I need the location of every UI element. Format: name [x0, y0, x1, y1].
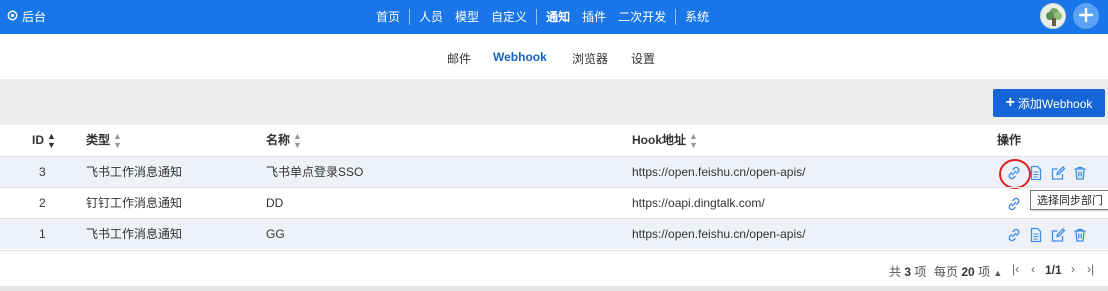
add-circle-button[interactable] [1073, 3, 1099, 29]
trash-icon[interactable] [1071, 164, 1088, 181]
cell-id: 1 [39, 227, 46, 241]
next-page-button[interactable]: › [1071, 262, 1075, 276]
row-actions [999, 157, 1088, 189]
main-nav: 首页 人员 模型 自定义 通知 插件 二次开发 系统 [370, 0, 715, 34]
trash-icon[interactable] [1071, 226, 1088, 243]
column-header-ops: 操作 [997, 133, 1022, 147]
edit-icon[interactable] [1049, 226, 1066, 243]
document-icon[interactable] [1027, 226, 1044, 243]
column-header-label: 类型 [86, 133, 111, 147]
table-row[interactable]: 3 飞书工作消息通知 飞书单点登录SSO https://open.feishu… [0, 156, 1108, 189]
total-count: 3 [904, 265, 912, 279]
per-page-suffix: 项 [978, 265, 991, 279]
sort-icon: ▲ ▼ [689, 130, 698, 150]
tab-settings[interactable]: 设置 [631, 50, 655, 67]
page-indicator: 1/1 [1045, 263, 1062, 277]
row-actions [1005, 188, 1022, 219]
cell-hook: https://open.feishu.cn/open-apis/ [632, 165, 806, 179]
nav-item-model[interactable]: 模型 [449, 0, 485, 34]
sort-icon: ▲ ▼ [47, 130, 56, 150]
cell-type: 飞书工作消息通知 [86, 227, 183, 241]
notification-tabs: 邮件 Webhook 浏览器 设置 [0, 34, 1108, 79]
brand[interactable]: 后台 [6, 8, 46, 25]
avatar[interactable] [1040, 3, 1066, 29]
column-header-label: 名称 [266, 133, 291, 147]
table-row[interactable]: 2 钉钉工作消息通知 DD https://oapi.dingtalk.com/ [0, 187, 1108, 218]
tab-browser[interactable]: 浏览器 [572, 50, 608, 67]
gear-icon [6, 9, 19, 25]
column-header-name[interactable]: 名称 ▲ ▼ [266, 125, 302, 156]
column-header-label: ID [32, 133, 44, 147]
tab-webhook[interactable]: Webhook [493, 50, 547, 64]
table-row[interactable]: 1 飞书工作消息通知 GG https://open.feishu.cn/ope… [0, 218, 1108, 249]
per-page-prefix: 每页 [934, 265, 959, 279]
nav-item-dev[interactable]: 二次开发 [612, 0, 672, 34]
bottom-divider [0, 286, 1108, 291]
add-webhook-button[interactable]: + 添加Webhook [993, 89, 1105, 117]
edit-icon[interactable] [1049, 164, 1066, 181]
link-icon[interactable] [1005, 226, 1022, 243]
nav-divider [536, 9, 538, 25]
cell-hook: https://oapi.dingtalk.com/ [632, 196, 765, 210]
total-suffix: 项 [914, 265, 927, 279]
table-header: ID ▲ ▼ 类型 ▲ ▼ 名称 ▲ ▼ Hook地址 ▲ ▼ 操作 [0, 125, 1108, 156]
tab-email[interactable]: 邮件 [447, 50, 471, 67]
chevron-up-icon: ▲ [993, 268, 1003, 278]
add-webhook-label: 添加Webhook [1017, 96, 1093, 111]
nav-divider [409, 9, 411, 25]
cell-name: DD [266, 196, 284, 210]
column-header-label: Hook地址 [632, 133, 687, 147]
sort-icon: ▲ ▼ [293, 130, 302, 150]
top-navbar: 后台 首页 人员 模型 自定义 通知 插件 二次开发 系统 [0, 0, 1108, 34]
cell-hook: https://open.feishu.cn/open-apis/ [632, 227, 806, 241]
total-prefix: 共 [889, 265, 902, 279]
plus-icon [1078, 7, 1094, 26]
cell-id: 2 [39, 196, 46, 210]
webhook-table: ID ▲ ▼ 类型 ▲ ▼ 名称 ▲ ▼ Hook地址 ▲ ▼ 操作 3 飞书工作消息通知 飞书… [0, 125, 1108, 249]
column-header-id[interactable]: ID ▲ ▼ [32, 125, 56, 156]
pagination: 共 3 项 每页 20 项 ▲ |‹ ‹ 1/1 › ›| [0, 250, 1108, 288]
row-actions [1005, 219, 1088, 250]
brand-label: 后台 [22, 10, 47, 24]
per-page-value: 20 [961, 265, 975, 279]
nav-divider [675, 9, 677, 25]
first-page-button[interactable]: |‹ [1012, 262, 1019, 276]
link-icon[interactable] [999, 159, 1031, 189]
tooltip: 选择同步部门 [1030, 190, 1108, 210]
nav-item-notify[interactable]: 通知 [540, 0, 576, 34]
column-header-hook[interactable]: Hook地址 ▲ ▼ [632, 125, 698, 156]
nav-item-custom[interactable]: 自定义 [485, 0, 533, 34]
cell-id: 3 [39, 165, 46, 179]
cell-name: GG [266, 227, 285, 241]
cell-type: 钉钉工作消息通知 [86, 196, 183, 210]
last-page-button[interactable]: ›| [1087, 262, 1094, 276]
column-header-type[interactable]: 类型 ▲ ▼ [86, 125, 122, 156]
plus-icon: + [1005, 94, 1015, 111]
prev-page-button[interactable]: ‹ [1031, 262, 1035, 276]
cell-name: 飞书单点登录SSO [266, 165, 364, 179]
page-size-select[interactable]: 每页 20 项 ▲ [934, 263, 1002, 280]
link-icon[interactable] [1005, 195, 1022, 212]
nav-item-people[interactable]: 人员 [413, 0, 449, 34]
cell-type: 飞书工作消息通知 [86, 165, 183, 179]
toolbar: + 添加Webhook [0, 79, 1108, 125]
nav-item-plugin[interactable]: 插件 [576, 0, 612, 34]
sort-icon: ▲ ▼ [113, 130, 122, 150]
nav-item-system[interactable]: 系统 [679, 0, 715, 34]
pagination-total: 共 3 项 [889, 263, 926, 280]
nav-item-home[interactable]: 首页 [370, 0, 406, 34]
